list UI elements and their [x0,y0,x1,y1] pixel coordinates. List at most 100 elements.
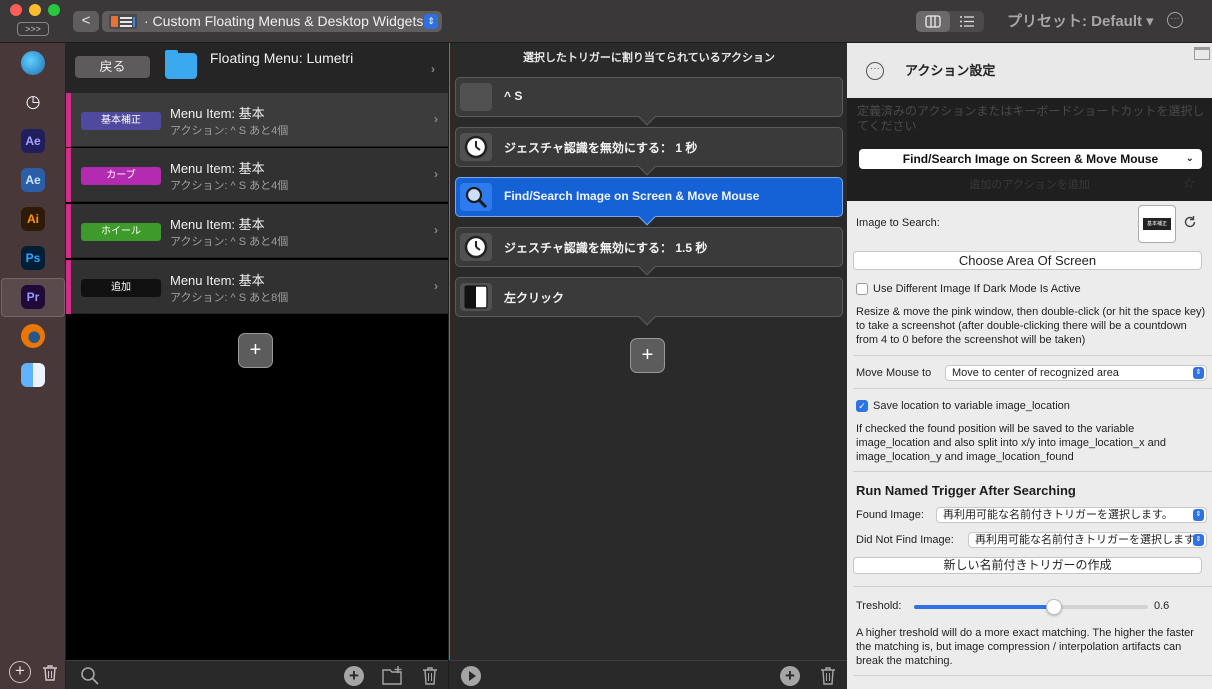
save-location-label: Save location to variable image_location [873,400,1070,412]
add-circle-icon[interactable]: + [780,666,800,686]
photoshop-icon[interactable]: Ps [21,246,45,270]
create-named-trigger-button[interactable]: 新しい名前付きトリガーの作成 [853,557,1202,574]
clock-icon[interactable]: ◷ [21,90,45,114]
menu-item-title: Menu Item: 基本 [170,273,265,288]
menu-item-tag: カーブ [81,167,161,185]
floating-menu-panel: 戻る Floating Menu: Lumetri › 基本補正 Menu It… [66,43,448,660]
play-icon[interactable] [461,666,481,686]
star-icon[interactable]: ☆ [1182,174,1195,192]
add-circle-icon[interactable]: + [344,666,364,686]
action-row[interactable]: ^ S [455,77,843,126]
add-action-hint: 追加のアクションを追加 [969,179,1090,191]
chevron-right-icon: › [434,167,438,181]
more-options-icon[interactable]: ··· [866,62,884,80]
divider [853,388,1212,389]
back-to-menus-button[interactable]: 戻る [75,56,150,78]
divider [853,586,1212,587]
threshold-value: 0.6 [1154,600,1170,612]
illustrator-icon[interactable]: Ai [21,207,45,231]
finder-icon[interactable] [21,363,45,387]
trash-icon[interactable] [420,665,440,689]
add-menu-item-button[interactable]: + [238,333,273,368]
window-icon[interactable] [1194,47,1210,60]
did-not-find-label: Did Not Find Image: [856,534,954,546]
search-icon[interactable] [78,661,102,689]
chevron-updown-icon: ⇕ [1193,367,1204,379]
save-location-checkbox[interactable]: ✓ [856,400,868,412]
move-mouse-label: Move Mouse to [856,367,932,379]
menu-item-row[interactable]: ホイール Menu Item: 基本 アクション: ^ S あと4個 › [66,204,448,258]
action-type-select[interactable]: Find/Search Image on Screen & Move Mouse… [859,149,1202,169]
image-thumbnail[interactable]: 基本補正 [1138,205,1176,243]
new-folder-icon[interactable] [381,665,405,689]
premiere-icon[interactable]: Pr [21,285,45,309]
menu-item-row[interactable]: 追加 Menu Item: 基本 アクション: ^ S あと8個 › [66,260,448,314]
title-bar: < · Custom Floating Menus & Desktop Widg… [0,0,1212,43]
action-row-selected[interactable]: Find/Search Image on Screen & Move Mouse [455,177,843,226]
app-selector[interactable]: · Custom Floating Menus & Desktop Widget… [102,11,442,32]
chevron-updown-icon: ⇕ [424,14,438,29]
action-picker-area: 定義済みのアクションまたはキーボードショートカットを選択してください Find/… [847,98,1212,201]
dark-mode-checkbox[interactable] [856,283,868,295]
zoom-window-button[interactable] [48,4,60,16]
blank-icon [460,83,492,111]
menu-item-accent [66,204,71,258]
divider [853,675,1212,676]
blender-icon[interactable] [21,324,45,348]
menu-item-subtitle: アクション: ^ S あと8個 [170,292,289,304]
more-options-icon[interactable]: ··· [1167,12,1183,28]
connector-notch [638,258,656,276]
menu-item-title: Menu Item: 基本 [170,217,265,232]
action-row[interactable]: 左クリック [455,277,843,326]
add-app-button[interactable]: + [9,661,31,683]
action-row[interactable]: ジェスチャ認識を無効にする： 1 秒 [455,127,843,176]
did-not-find-select[interactable]: 再利用可能な名前付きトリガーを選択します。 ⇕ [968,532,1207,548]
clock-icon [460,233,492,261]
move-mouse-value: Move to center of recognized area [952,367,1119,379]
clock-icon [460,133,492,161]
chevron-right-icon: › [434,223,438,237]
threshold-slider[interactable] [914,599,1148,615]
menu-item-row[interactable]: 基本補正 Menu Item: 基本 アクション: ^ S あと4個 › [66,93,448,147]
chevron-right-icon: › [434,112,438,126]
save-location-help: If checked the found position will be sa… [856,423,1167,463]
back-button[interactable]: < [73,11,99,32]
run-named-trigger-header: Run Named Trigger After Searching [856,483,1076,498]
minimize-window-button[interactable] [29,4,41,16]
action-settings-title: アクション設定 [905,63,996,78]
threshold-knob[interactable] [1046,599,1063,615]
preset-selector[interactable]: プリセット: Default ▾ [1007,10,1154,31]
list-view-button[interactable] [950,11,984,32]
found-image-select[interactable]: 再利用可能な名前付きトリガーを選択します。 ⇕ [936,507,1207,523]
menu-item-tag: 追加 [81,279,161,297]
choose-area-button[interactable]: Choose Area Of Screen [853,251,1202,270]
image-thumbnail-text: 基本補正 [1143,218,1171,230]
menu-item-row[interactable]: カーブ Menu Item: 基本 アクション: ^ S あと4個 › [66,148,448,202]
floating-menu-header: 戻る Floating Menu: Lumetri › [66,43,448,93]
trash-icon[interactable] [818,665,838,689]
add-action-button[interactable]: + [630,338,665,373]
connector-notch [638,308,656,326]
action-label: Find/Search Image on Screen & Move Mouse [504,189,760,203]
resize-help-text: Resize & move the pink window, then doub… [856,306,1206,346]
close-window-button[interactable] [10,4,22,16]
columns-view-button[interactable] [916,11,950,32]
menu-item-tag: 基本補正 [81,112,161,130]
dock-expand-button[interactable]: >>> [17,22,49,36]
reset-icon[interactable] [1183,215,1197,234]
action-settings-header: ··· アクション設定 [847,43,1212,98]
action-row[interactable]: ジェスチャ認識を無効にする： 1.5 秒 [455,227,843,276]
connector-notch [638,108,656,126]
threshold-fill [914,605,1055,609]
menu-item-accent [66,260,71,314]
chevron-right-icon: › [434,279,438,293]
globe-icon[interactable] [21,51,45,75]
adobe-ae-icon[interactable]: Ae [21,168,45,192]
trash-icon[interactable] [40,663,60,683]
after-effects-icon[interactable]: Ae [21,129,45,153]
move-mouse-select[interactable]: Move to center of recognized area ⇕ [945,365,1207,381]
view-mode-segmented[interactable] [916,11,984,32]
folder-icon [165,50,197,79]
menu-item-subtitle: アクション: ^ S あと4個 [170,180,289,192]
connector-notch [638,208,656,226]
